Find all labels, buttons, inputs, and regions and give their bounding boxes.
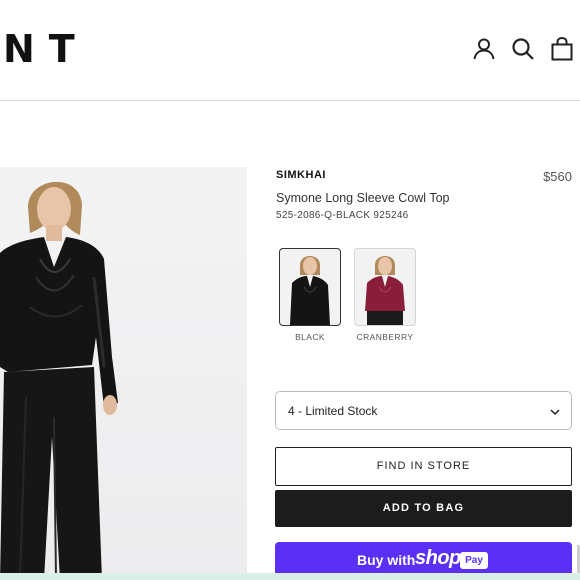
product-title: Symone Long Sleeve Cowl Top <box>276 191 450 205</box>
quantity-select[interactable]: 4 - Limited Stock <box>275 391 572 430</box>
chevron-down-icon <box>549 405 561 417</box>
color-swatch-cranberry[interactable] <box>354 248 416 326</box>
swatch-label-cranberry: CRANBERRY <box>356 332 414 342</box>
add-to-bag-button[interactable]: ADD TO BAG <box>275 490 572 527</box>
account-icon[interactable] <box>471 36 497 62</box>
swatch-label-black: BLACK <box>295 332 325 342</box>
product-sku: 525-2086-Q-BLACK 925246 <box>276 210 409 221</box>
product-brand[interactable]: SIMKHAI <box>276 169 326 181</box>
product-main-image[interactable] <box>0 167 247 580</box>
search-icon[interactable] <box>510 36 536 62</box>
bottom-banner-strip <box>0 573 580 580</box>
find-in-store-button[interactable]: FIND IN STORE <box>275 447 572 486</box>
pay-badge: Pay <box>460 552 488 569</box>
shop-pay-buy-with-label: Buy with <box>357 552 416 568</box>
site-logo[interactable]: NT <box>3 30 89 68</box>
shop-logo-text: shop <box>415 547 461 569</box>
site-header: NT <box>0 0 580 101</box>
quantity-select-value: 4 - Limited Stock <box>288 404 378 418</box>
color-swatch-black[interactable] <box>279 248 341 326</box>
bag-icon[interactable] <box>549 36 575 62</box>
product-price: $560 <box>543 169 572 184</box>
